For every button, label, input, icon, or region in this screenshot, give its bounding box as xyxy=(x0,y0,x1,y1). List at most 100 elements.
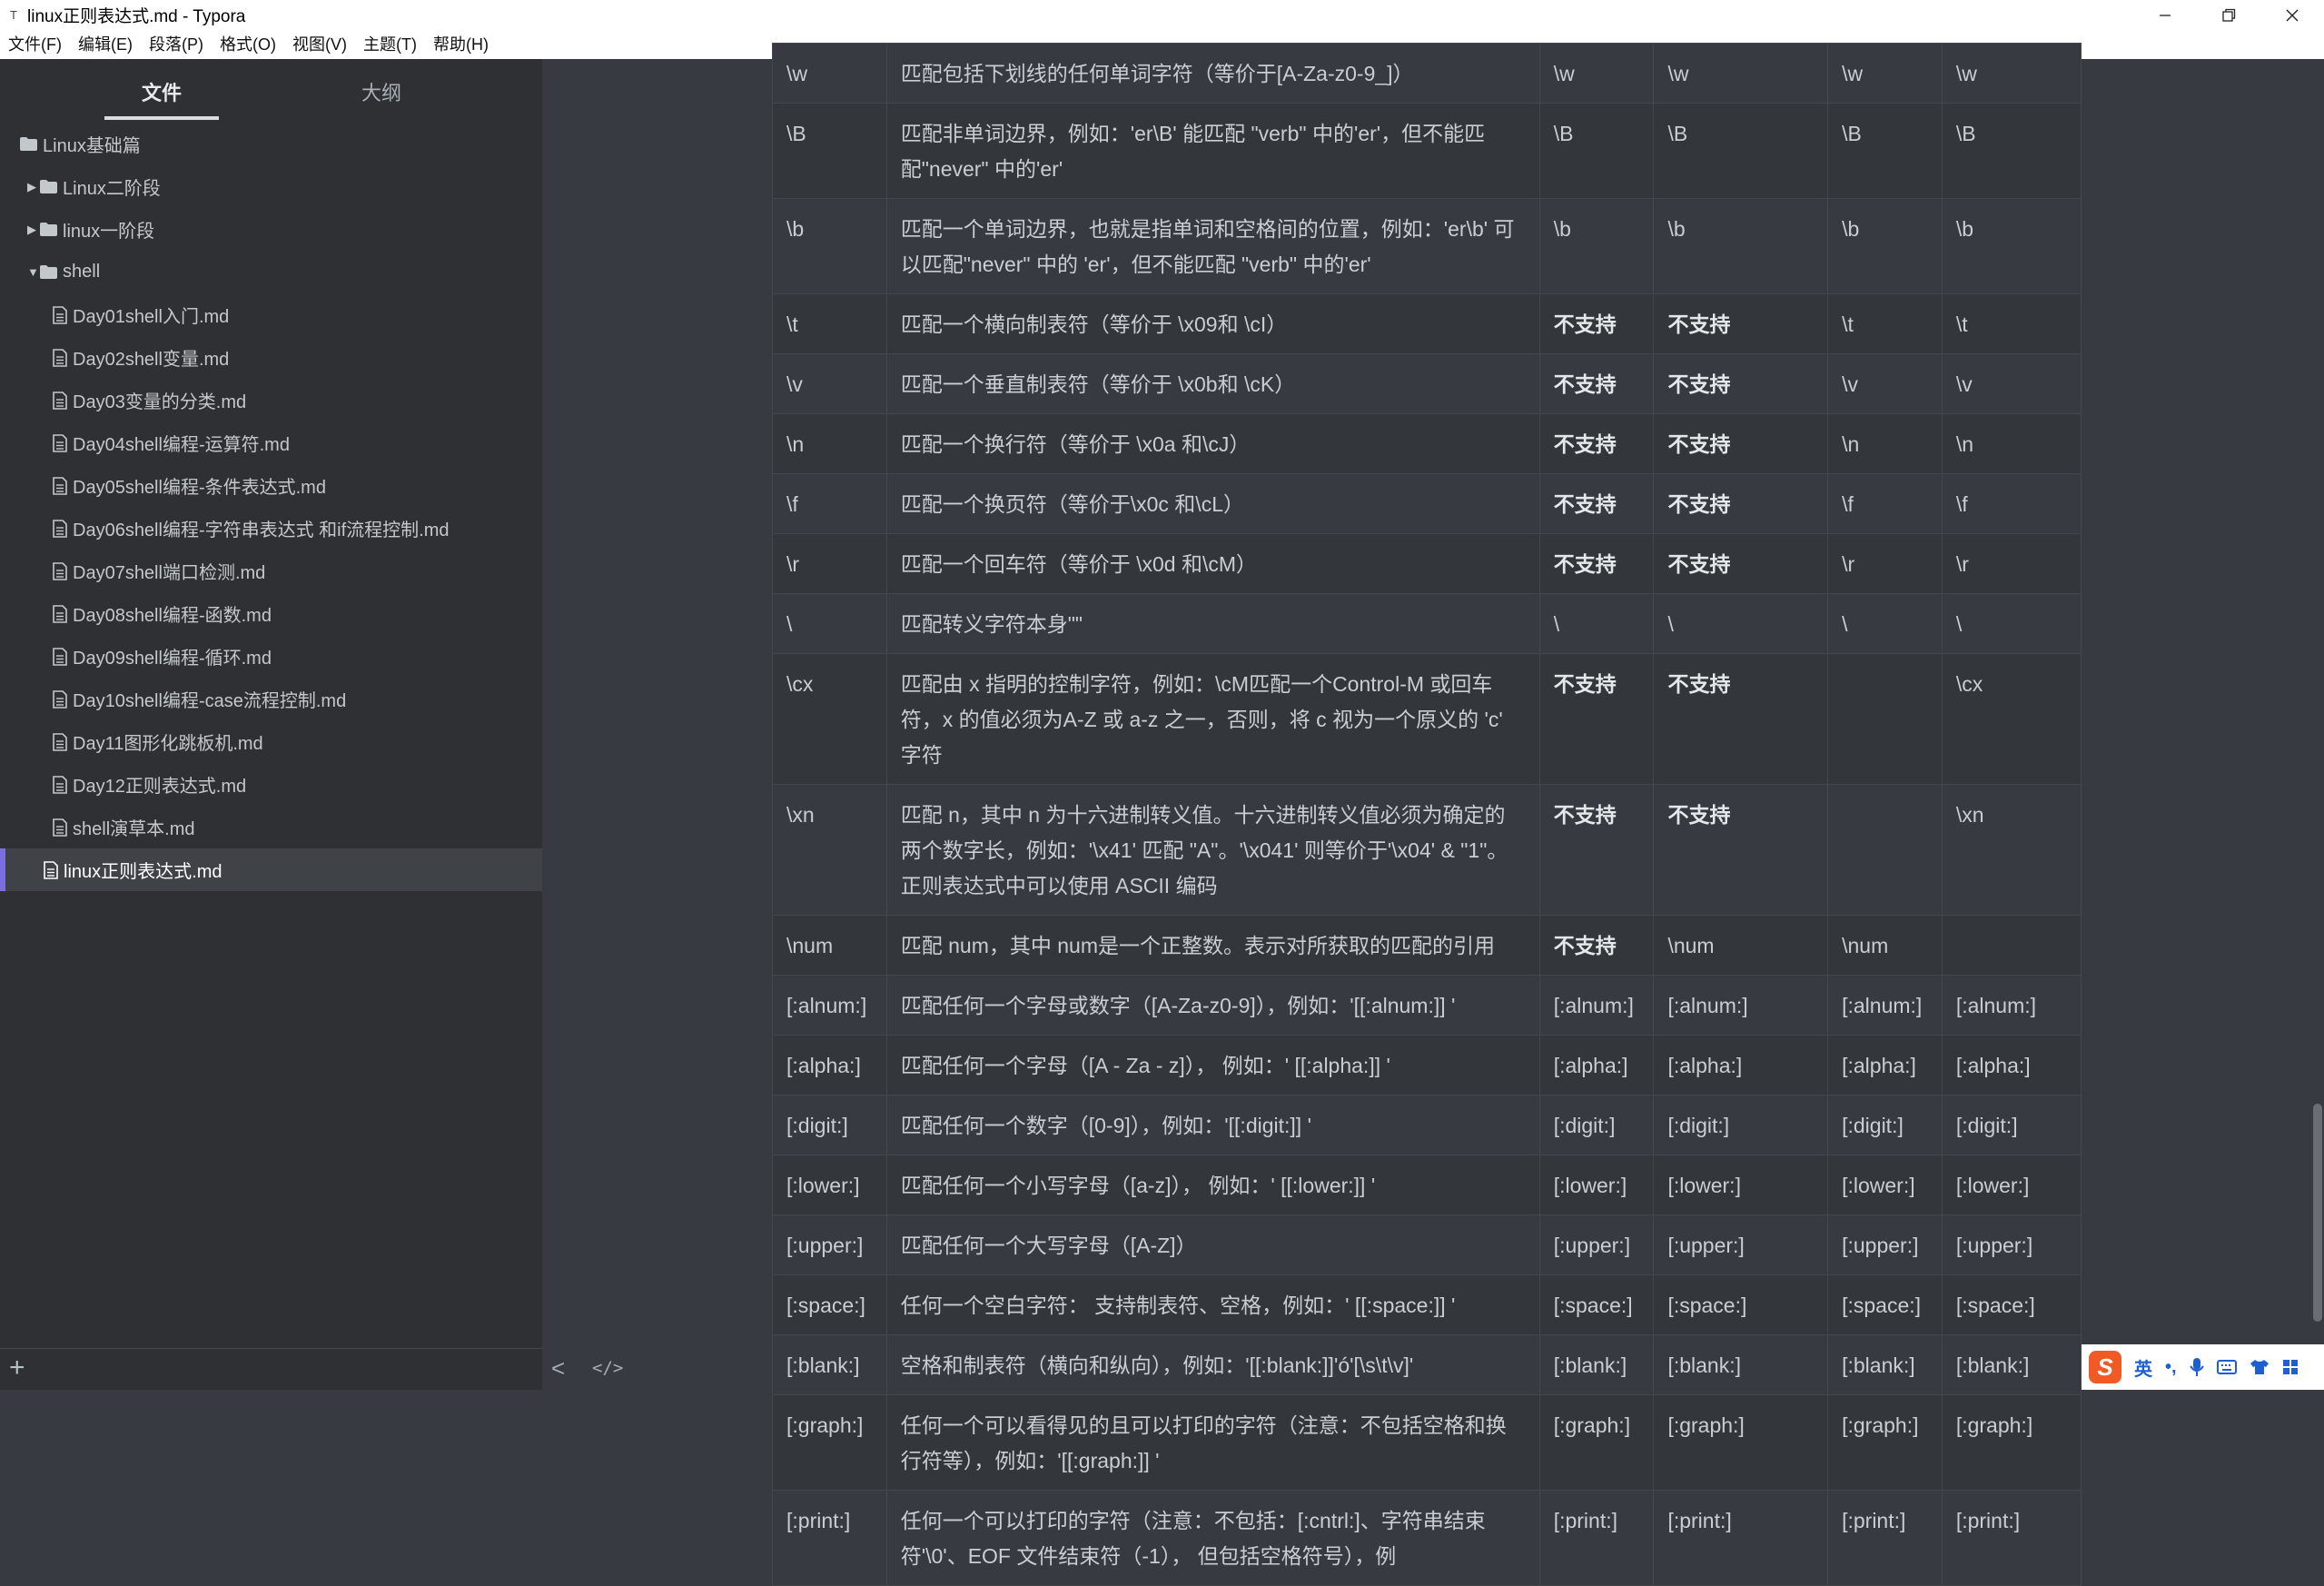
table-cell[interactable]: \num xyxy=(772,915,887,976)
table-cell[interactable]: \w xyxy=(1653,43,1829,104)
table-cell[interactable]: 匹配任何一个字母或数字（[A-Za-z0-9]），例如：'[[:alnum:]]… xyxy=(885,975,1540,1036)
tree-file[interactable]: Day01shell入门.md xyxy=(0,293,542,336)
table-cell[interactable]: 匹配任何一个大写字母（[A-Z]） xyxy=(885,1214,1540,1275)
table-cell[interactable]: \b xyxy=(1653,198,1829,294)
table-cell[interactable]: \b xyxy=(772,198,887,294)
mic-icon[interactable] xyxy=(2189,1357,2204,1377)
table-cell[interactable]: 匹配一个换页符（等价于\x0c 和\cL） xyxy=(885,473,1540,534)
table-cell[interactable]: [:digit:] xyxy=(1653,1095,1829,1155)
table-cell[interactable]: 不支持 xyxy=(1538,653,1655,785)
table-cell[interactable]: \r xyxy=(772,533,887,594)
tree-folder[interactable]: Linux基础篇 xyxy=(0,123,542,165)
table-cell[interactable] xyxy=(1827,653,1943,785)
table-cell[interactable]: \n xyxy=(1827,413,1943,474)
table-cell[interactable]: \v xyxy=(772,353,887,414)
table-cell[interactable]: 空格和制表符（横向和纵向），例如：'[[:blank:]]'ó'[\s\t\v]… xyxy=(885,1334,1540,1395)
table-cell[interactable]: [:print:] xyxy=(1941,1490,2082,1586)
tree-folder[interactable]: ▼ shell xyxy=(0,251,542,293)
back-arrow-icon[interactable]: < xyxy=(551,1354,565,1383)
tree-file[interactable]: Day08shell编程-函数.md xyxy=(0,592,542,635)
table-cell[interactable]: [:graph:] xyxy=(1827,1394,1943,1491)
table-cell[interactable]: 不支持 xyxy=(1653,413,1829,474)
table-cell[interactable]: [:space:] xyxy=(772,1274,887,1335)
tree-file[interactable]: Day09shell编程-循环.md xyxy=(0,635,542,678)
table-cell[interactable]: 匹配一个回车符（等价于 \x0d 和\cM） xyxy=(885,533,1540,594)
table-cell[interactable]: 不支持 xyxy=(1653,784,1829,916)
table-cell[interactable]: [:alnum:] xyxy=(1653,975,1829,1036)
table-cell[interactable]: [:alpha:] xyxy=(1538,1035,1655,1095)
table-cell[interactable]: \xn xyxy=(772,784,887,916)
table-cell[interactable]: \ xyxy=(1538,593,1655,654)
ime-punctuation-toggle[interactable]: •, xyxy=(2165,1357,2177,1378)
sogou-logo-icon[interactable]: S xyxy=(2089,1351,2121,1383)
tree-file[interactable]: Day07shell端口检测.md xyxy=(0,550,542,592)
table-cell[interactable]: \ xyxy=(772,593,887,654)
table-cell[interactable]: [:alpha:] xyxy=(1653,1035,1829,1095)
table-cell[interactable]: \w xyxy=(1538,43,1655,104)
tree-file[interactable]: Day04shell编程-运算符.md xyxy=(0,421,542,464)
menu-help[interactable]: 帮助(H) xyxy=(425,30,497,59)
table-cell[interactable]: \v xyxy=(1941,353,2082,414)
table-cell[interactable]: 匹配由 x 指明的控制字符，例如：\cM匹配一个Control-M 或回车符，x… xyxy=(885,653,1540,785)
table-cell[interactable]: \B xyxy=(772,103,887,199)
table-cell[interactable] xyxy=(1941,915,2082,976)
table-cell[interactable]: [:space:] xyxy=(1653,1274,1829,1335)
table-cell[interactable]: [:alpha:] xyxy=(1941,1035,2082,1095)
table-cell[interactable]: [:alpha:] xyxy=(1827,1035,1943,1095)
table-cell[interactable]: 匹配一个横向制表符（等价于 \x09和 \cI） xyxy=(885,293,1540,354)
table-cell[interactable]: 匹配非单词边界，例如：'er\B' 能匹配 "verb" 中的'er'，但不能匹… xyxy=(885,103,1540,199)
table-cell[interactable]: [:blank:] xyxy=(1538,1334,1655,1395)
table-cell[interactable]: \cx xyxy=(772,653,887,785)
table-cell[interactable]: \n xyxy=(772,413,887,474)
table-cell[interactable]: 匹配 n，其中 n 为十六进制转义值。十六进制转义值必须为确定的两个数字长，例如… xyxy=(885,784,1540,916)
table-cell[interactable] xyxy=(1827,784,1943,916)
table-cell[interactable]: [:blank:] xyxy=(1941,1334,2082,1395)
table-cell[interactable]: \b xyxy=(1827,198,1943,294)
table-cell[interactable]: 不支持 xyxy=(1653,533,1829,594)
table-cell[interactable]: 匹配 num，其中 num是一个正整数。表示对所获取的匹配的引用 xyxy=(885,915,1540,976)
table-cell[interactable]: 匹配任何一个小写字母（[a-z]）， 例如：' [[:lower:]] ' xyxy=(885,1155,1540,1215)
ime-language-toggle[interactable]: 英 xyxy=(2134,1354,2152,1381)
table-cell[interactable]: [:lower:] xyxy=(772,1155,887,1215)
table-cell[interactable]: 任何一个可以打印的字符（注意：不包括：[:cntrl:]、字符串结束符'\0'、… xyxy=(885,1490,1540,1586)
table-cell[interactable]: \t xyxy=(1941,293,2082,354)
grid-icon[interactable] xyxy=(2282,1359,2299,1375)
table-cell[interactable]: [:space:] xyxy=(1538,1274,1655,1335)
table-cell[interactable]: [:alnum:] xyxy=(772,975,887,1036)
table-cell[interactable]: 不支持 xyxy=(1653,293,1829,354)
table-cell[interactable]: [:lower:] xyxy=(1538,1155,1655,1215)
restore-button[interactable] xyxy=(2197,0,2260,30)
table-cell[interactable]: [:graph:] xyxy=(1538,1394,1655,1491)
add-file-button[interactable]: + xyxy=(9,1354,25,1382)
menu-format[interactable]: 格式(O) xyxy=(212,30,284,59)
caret-right-icon[interactable]: ▶ xyxy=(27,180,40,194)
editor-scrollbar[interactable] xyxy=(2313,1104,2322,1322)
table-cell[interactable]: \f xyxy=(772,473,887,534)
table-cell[interactable]: [:blank:] xyxy=(772,1334,887,1395)
tree-file[interactable]: shell演草本.md xyxy=(0,806,542,848)
tab-outline[interactable]: 大纲 xyxy=(327,77,436,106)
table-cell[interactable]: [:alnum:] xyxy=(1941,975,2082,1036)
menu-file[interactable]: 文件(F) xyxy=(0,30,70,59)
table-cell[interactable]: \B xyxy=(1827,103,1943,199)
table-cell[interactable]: 不支持 xyxy=(1538,413,1655,474)
menu-theme[interactable]: 主题(T) xyxy=(355,30,425,59)
table-cell[interactable]: \t xyxy=(1827,293,1943,354)
table-cell[interactable]: [:space:] xyxy=(1941,1274,2082,1335)
table-cell[interactable]: \B xyxy=(1538,103,1655,199)
table-cell[interactable]: [:digit:] xyxy=(1538,1095,1655,1155)
table-cell[interactable]: 匹配一个垂直制表符（等价于 \x0b和 \cK） xyxy=(885,353,1540,414)
table-cell[interactable]: 不支持 xyxy=(1538,473,1655,534)
caret-down-icon[interactable]: ▼ xyxy=(27,265,40,279)
tree-file[interactable]: Day03变量的分类.md xyxy=(0,379,542,421)
table-cell[interactable]: 不支持 xyxy=(1653,473,1829,534)
table-cell[interactable]: [:lower:] xyxy=(1827,1155,1943,1215)
table-cell[interactable]: [:digit:] xyxy=(1941,1095,2082,1155)
table-cell[interactable]: \num xyxy=(1653,915,1829,976)
table-cell[interactable]: \ xyxy=(1941,593,2082,654)
table-cell[interactable]: [:blank:] xyxy=(1653,1334,1829,1395)
menu-view[interactable]: 视图(V) xyxy=(284,30,355,59)
table-cell[interactable]: [:lower:] xyxy=(1653,1155,1829,1215)
tree-folder[interactable]: ▶ Linux二阶段 xyxy=(0,165,542,208)
table-cell[interactable]: 不支持 xyxy=(1653,353,1829,414)
